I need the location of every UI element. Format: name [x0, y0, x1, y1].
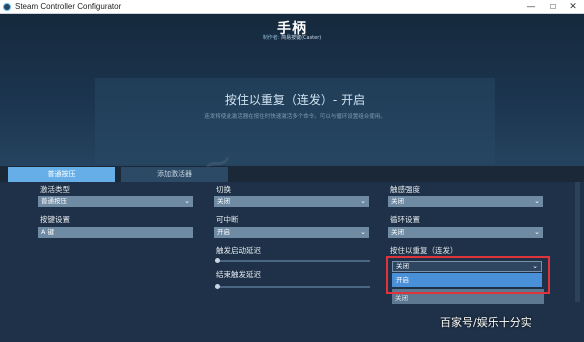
- tab-regular-press[interactable]: 普通按压: [8, 167, 115, 182]
- info-description: 连发将使此激活器在按住时快速激活多个命令。可以与循环设置组合使用。: [204, 114, 386, 120]
- scrollbar[interactable]: [575, 182, 580, 302]
- activation-type-dropdown[interactable]: 普通按压 ⌄: [38, 196, 193, 207]
- highlight-annotation-box: [386, 256, 550, 294]
- start-delay-slider-knob[interactable]: [215, 258, 220, 263]
- interruptible-dropdown[interactable]: 开启 ⌄: [214, 227, 369, 238]
- chevron-down-icon: ⌄: [184, 197, 190, 205]
- interruptible-value: 开启: [217, 228, 230, 236]
- steam-app-icon: [3, 3, 11, 11]
- minimize-button[interactable]: —: [520, 0, 542, 14]
- end-delay-slider-knob[interactable]: [215, 284, 220, 289]
- cycle-label: 循环设置: [390, 215, 420, 224]
- interruptible-label: 可中断: [216, 215, 239, 224]
- chevron-down-icon: ⌄: [534, 197, 540, 205]
- toggle-value: 关闭: [217, 197, 230, 205]
- start-delay-label: 触发启动延迟: [216, 246, 261, 255]
- start-delay-slider[interactable]: [215, 260, 370, 262]
- haptic-intensity-value: 关闭: [391, 197, 404, 205]
- haptic-intensity-dropdown[interactable]: 关闭 ⌄: [388, 196, 543, 207]
- creator-name[interactable]: 简易按键(Caster): [281, 35, 321, 41]
- chevron-down-icon: ⌄: [360, 228, 366, 236]
- window-titlebar: Steam Controller Configurator — ☐ ✕: [0, 0, 584, 14]
- end-delay-slider[interactable]: [215, 286, 370, 288]
- repeat-label: 按住以重复（连发）: [390, 246, 458, 255]
- info-title: 按住以重复（连发）- 开启: [224, 93, 366, 107]
- cycle-value: 关闭: [391, 228, 404, 236]
- creator-line: 制作者: 简易按键(Caster): [0, 34, 584, 41]
- toggle-label: 切换: [216, 185, 231, 194]
- close-button[interactable]: ✕: [562, 0, 584, 14]
- end-delay-label: 结束触发延迟: [216, 270, 261, 279]
- activation-type-value: 普通按压: [41, 197, 67, 205]
- binding-label: 按键设置: [40, 215, 70, 224]
- maximize-button[interactable]: ☐: [542, 0, 564, 14]
- chevron-down-icon: ⌄: [534, 228, 540, 236]
- window-title: Steam Controller Configurator: [15, 2, 122, 11]
- chevron-down-icon: ⌄: [360, 197, 366, 205]
- tab-add-activator[interactable]: 添加激活器: [121, 167, 228, 182]
- binding-field[interactable]: A 键: [38, 227, 193, 238]
- haptic-intensity-label: 触感强度: [390, 185, 420, 194]
- watermark-text: 百家号/娱乐十分实: [440, 316, 532, 329]
- toggle-dropdown[interactable]: 关闭 ⌄: [214, 196, 369, 207]
- creator-label: 制作者:: [262, 35, 280, 41]
- cycle-dropdown[interactable]: 关闭 ⌄: [388, 227, 543, 238]
- activation-type-label: 激活类型: [40, 185, 70, 194]
